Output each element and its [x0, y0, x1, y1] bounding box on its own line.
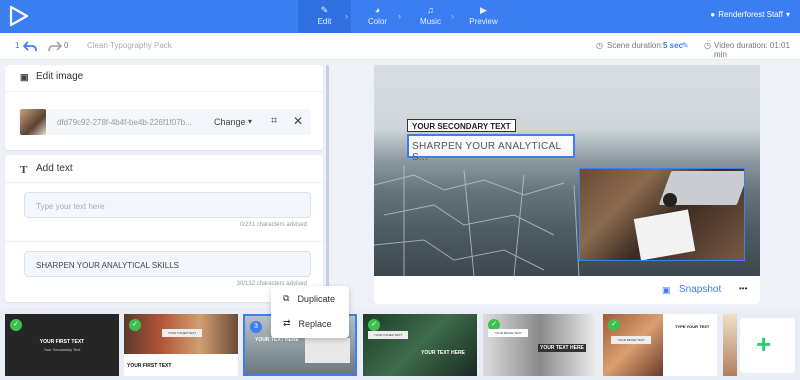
tab-edit[interactable]: ✎ Edit [298, 0, 351, 33]
scene-subtitle: YOUR IMAGE TEXT [611, 336, 651, 344]
chevron-right-icon: › [451, 11, 454, 21]
redo-icon[interactable] [48, 41, 62, 52]
add-scene-button[interactable]: + [740, 318, 795, 373]
panel-title: Add text [36, 163, 73, 174]
image-row: dfd79c92-278f-4b4f-be4b-226f1f07b... Cha… [18, 109, 311, 135]
scene-thumbnail-5[interactable]: ✓ YOUR IMAGE TEXT YOUR TEXT HERE [483, 314, 597, 376]
text-input-2[interactable]: SHARPEN YOUR ANALYTICAL SKILLS [24, 251, 311, 277]
tab-label: Edit [317, 17, 332, 26]
duplicate-menu-item[interactable]: ⧉ Duplicate [283, 293, 335, 304]
paper-image [633, 209, 696, 260]
text-icon: T [20, 164, 28, 176]
image-filename: dfd79c92-278f-4b4f-be4b-226f1f07b... [57, 118, 192, 127]
tab-preview[interactable]: ▶ Preview [457, 0, 510, 33]
caret-down-icon[interactable]: ▾ [248, 117, 252, 126]
project-name: Clean Typography Pack [87, 41, 172, 50]
toolbar: 1 0 Clean Typography Pack ◷ Scene durati… [0, 33, 800, 60]
pencil-icon: ✎ [320, 5, 329, 15]
thumbnail-image [305, 338, 350, 363]
scene-subtitle: Your Secondary Text [43, 347, 81, 352]
check-icon: ✓ [608, 319, 620, 331]
image-icon: ▣ [20, 72, 29, 82]
scene-thumbnail-partial[interactable] [723, 314, 737, 376]
scene-number-badge: 3 [250, 321, 262, 333]
preview-toolbar: ▣ Snapshot ••• [374, 276, 760, 304]
clock-icon: ◷ [704, 41, 711, 50]
scene-thumbnail-6[interactable]: ✓ YOUR IMAGE TEXT TYPE YOUR TEXT [603, 314, 717, 376]
clock-icon: ◷ [596, 41, 603, 50]
scene-title: YOUR TEXT HERE [421, 350, 465, 356]
tab-label: Preview [469, 17, 498, 26]
chevron-right-icon: › [345, 11, 348, 21]
scene-title: YOUR FIRST TEXT [39, 339, 85, 345]
panel-title: Edit image [36, 71, 84, 82]
tab-color[interactable]: ◕ Color [351, 0, 404, 33]
check-icon: ✓ [10, 319, 22, 331]
palette-icon: ◕ [374, 5, 381, 15]
scene-thumbnail-4[interactable]: ✓ YOUR OTHER TEXT YOUR TEXT HERE [363, 314, 477, 376]
menu-item-label: Replace [298, 318, 332, 329]
scene-subtitle: YOUR OTHER TEXT [368, 331, 408, 339]
scene-thumbnail-2[interactable]: ✓ YOUR OTHER TEXT YOUR FIRST TEXT [124, 314, 238, 376]
char-counter: 0/231 characters advised [239, 222, 307, 228]
image-placeholder[interactable] [579, 168, 745, 261]
scene-title: TYPE YOUR TEXT [675, 324, 710, 329]
text-input-1[interactable]: Type your text here [24, 192, 311, 218]
replace-menu-item[interactable]: ⇄ Replace [283, 318, 332, 329]
main-text-box[interactable]: SHARPEN YOUR ANALYTICAL S... [407, 134, 575, 163]
undo-icon[interactable] [23, 41, 37, 52]
image-thumbnail[interactable] [20, 109, 46, 135]
check-icon: ✓ [129, 319, 141, 331]
add-text-panel: T Add text Type your text here 0/231 cha… [5, 155, 323, 302]
step-nav: ✎ Edit ◕ Color ♫ Music ▶ Preview › › › [298, 0, 510, 33]
tab-label: Music [420, 17, 441, 26]
scene-title: YOUR TEXT HERE [538, 344, 586, 352]
top-bar: ✎ Edit ◕ Color ♫ Music ▶ Preview › › › ●… [0, 0, 800, 33]
scene-preview[interactable]: YOUR SECONDARY TEXT SHARPEN YOUR ANALYTI… [374, 65, 760, 276]
user-name: Renderforest Staff [718, 10, 783, 19]
duplicate-icon: ⧉ [283, 293, 290, 303]
undo-count: 1 [15, 41, 20, 50]
camera-icon: ▣ [662, 285, 671, 295]
scene-subtitle: YOUR OTHER TEXT [162, 329, 202, 337]
crop-icon[interactable]: ⌗ [271, 115, 277, 128]
scene-duration-value[interactable]: 5 sec [663, 41, 683, 50]
music-icon: ♫ [427, 5, 434, 15]
redo-count: 0 [64, 41, 69, 50]
close-icon[interactable]: ✕ [293, 114, 303, 128]
chevron-right-icon: › [398, 11, 401, 21]
logo-icon[interactable] [8, 5, 30, 27]
tab-label: Color [367, 17, 388, 26]
secondary-text-box[interactable]: YOUR SECONDARY TEXT [407, 119, 516, 132]
pencil-icon[interactable]: ✎ [682, 41, 689, 50]
coffee-cup-image [663, 193, 677, 207]
edit-image-panel: ▣ Edit image dfd79c92-278f-4b4f-be4b-226… [5, 65, 323, 150]
user-menu[interactable]: ● Renderforest Staff ▾ [710, 10, 790, 19]
plus-icon: + [756, 329, 772, 359]
check-icon: ✓ [368, 319, 380, 331]
menu-item-label: Duplicate [297, 293, 335, 304]
video-duration: Video duration: 01:01 min [714, 41, 790, 59]
more-icon[interactable]: ••• [739, 284, 747, 293]
tab-music[interactable]: ♫ Music [404, 0, 457, 33]
scrollbar[interactable] [326, 65, 329, 290]
replace-icon: ⇄ [283, 318, 291, 328]
user-icon: ● [710, 10, 716, 19]
scene-title: YOUR FIRST TEXT [127, 363, 172, 369]
chevron-down-icon: ▾ [785, 10, 790, 19]
context-menu: ⧉ Duplicate ⇄ Replace [271, 286, 349, 338]
change-button[interactable]: Change [214, 117, 246, 127]
snapshot-button[interactable]: Snapshot [679, 284, 721, 295]
scene-thumbnail-1[interactable]: ✓ YOUR FIRST TEXT Your Secondary Text [5, 314, 119, 376]
scene-subtitle: YOUR IMAGE TEXT [488, 329, 528, 337]
play-icon: ▶ [480, 5, 487, 15]
scene-duration-label: Scene duration: [607, 41, 664, 50]
